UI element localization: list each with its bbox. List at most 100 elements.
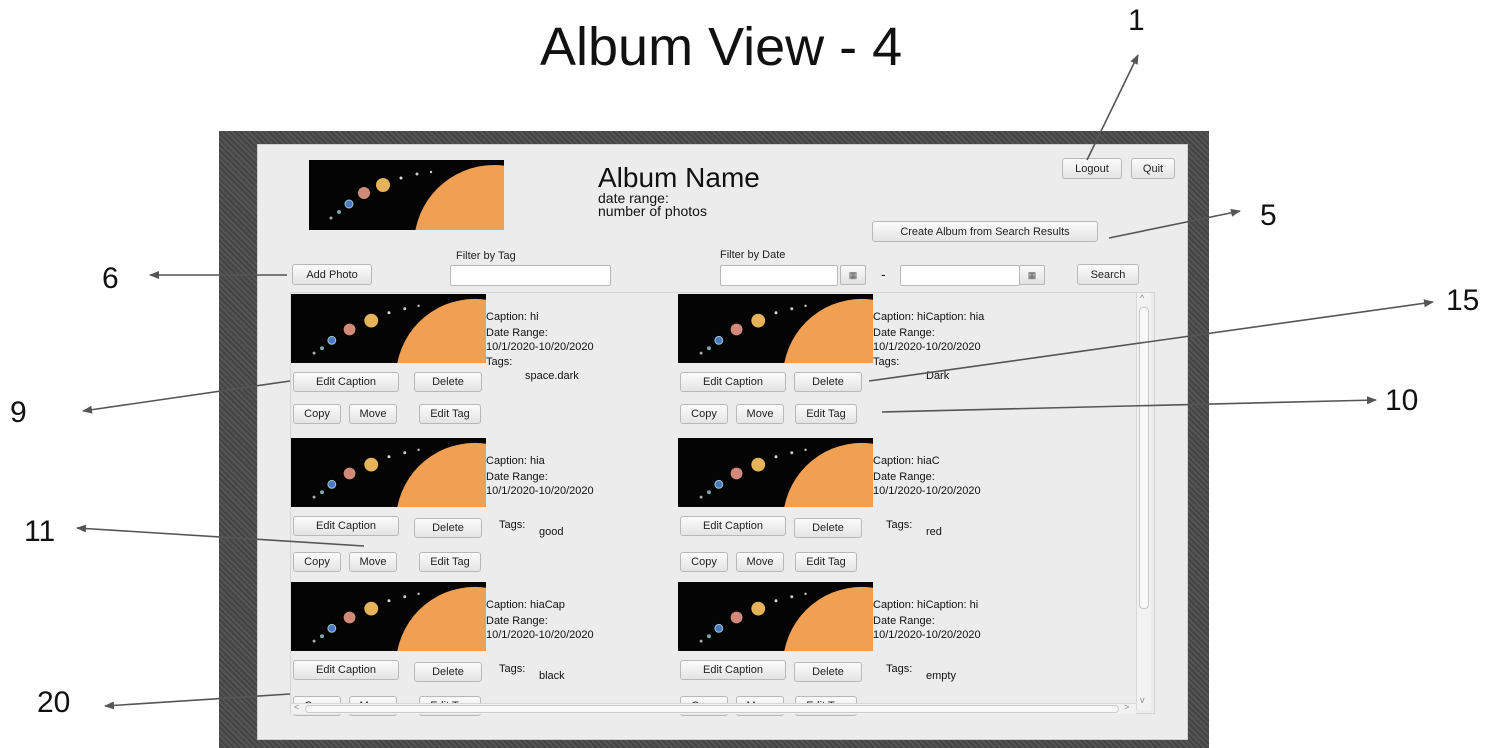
photo-date-label: Date Range: xyxy=(873,471,935,483)
photo-card: Caption: hiaC Date Range: 10/1/2020-10/20/… xyxy=(678,438,1063,573)
callout-20: 20 xyxy=(37,686,71,719)
scroll-up-icon[interactable]: ^ xyxy=(1140,293,1144,303)
move-button[interactable]: Move xyxy=(349,552,397,572)
copy-button[interactable]: Copy xyxy=(680,552,728,572)
photo-date-label: Date Range: xyxy=(873,615,935,627)
solar-system-image xyxy=(309,160,504,230)
callout-6: 6 xyxy=(102,262,119,295)
edit-tag-button[interactable]: Edit Tag xyxy=(795,404,857,424)
date-to-input[interactable] xyxy=(900,265,1020,286)
horizontal-scroll-thumb[interactable] xyxy=(305,705,1119,713)
scroll-right-icon[interactable]: > xyxy=(1124,702,1129,712)
photo-card: Caption: hi Date Range: 10/1/2020-10/20/20… xyxy=(291,294,676,429)
photo-caption: Caption: hiCaption: hia xyxy=(873,311,985,323)
photo-tags-value: red xyxy=(926,526,942,538)
photo-caption: Caption: hiCaption: hi xyxy=(873,599,979,611)
album-meta: date range: number of photos xyxy=(598,191,707,218)
photo-date-label: Date Range: xyxy=(873,327,935,339)
solar-system-image xyxy=(292,294,486,363)
photo-tags-value: space.dark xyxy=(525,370,579,382)
edit-caption-button[interactable]: Edit Caption xyxy=(293,516,399,536)
callout-10: 10 xyxy=(1385,384,1419,417)
photo-tags-value: good xyxy=(539,526,564,538)
vertical-scroll-thumb[interactable] xyxy=(1139,307,1149,609)
photo-date-label: Date Range: xyxy=(486,471,548,483)
photo-thumbnail[interactable] xyxy=(291,582,486,651)
photo-tags-label: Tags: xyxy=(886,519,913,531)
delete-button[interactable]: Delete xyxy=(794,662,862,682)
photo-date-value: 10/1/2020-10/20/2020 xyxy=(873,629,981,641)
slide-title: Album View - 4 xyxy=(540,17,903,77)
search-button[interactable]: Search xyxy=(1077,264,1139,285)
callout-5: 5 xyxy=(1260,199,1277,232)
album-cover-image xyxy=(309,160,504,230)
photo-caption: Caption: hi xyxy=(486,311,539,323)
date-separator: - xyxy=(881,266,886,282)
photo-date-value: 10/1/2020-10/20/2020 xyxy=(486,485,594,497)
filter-by-date-label: Filter by Date xyxy=(720,249,786,261)
delete-button[interactable]: Delete xyxy=(414,518,482,538)
move-button[interactable]: Move xyxy=(349,404,397,424)
edit-caption-button[interactable]: Edit Caption xyxy=(680,372,786,392)
delete-button[interactable]: Delete xyxy=(414,662,482,682)
photo-date-value: 10/1/2020-10/20/2020 xyxy=(486,341,594,353)
edit-caption-button[interactable]: Edit Caption xyxy=(680,516,786,536)
logout-button[interactable]: Logout xyxy=(1062,158,1122,179)
callout-11: 11 xyxy=(24,515,56,548)
photo-caption: Caption: hia xyxy=(486,455,545,467)
move-button[interactable]: Move xyxy=(736,552,784,572)
move-button[interactable]: Move xyxy=(736,404,784,424)
delete-button[interactable]: Delete xyxy=(414,372,482,392)
photo-tags-label: Tags: xyxy=(499,663,526,675)
filter-tag-input[interactable] xyxy=(450,265,611,286)
copy-button[interactable]: Copy xyxy=(293,552,341,572)
solar-system-image xyxy=(292,438,486,507)
edit-caption-button[interactable]: Edit Caption xyxy=(293,660,399,680)
quit-button[interactable]: Quit xyxy=(1131,158,1175,179)
edit-tag-button[interactable]: Edit Tag xyxy=(419,404,481,424)
copy-button[interactable]: Copy xyxy=(293,404,341,424)
solar-system-image xyxy=(292,582,486,651)
photo-thumbnail[interactable] xyxy=(291,438,486,507)
callout-15: 15 xyxy=(1446,284,1480,317)
photo-tags-label: Tags: xyxy=(886,663,913,675)
photo-tags-label: Tags: xyxy=(873,356,900,368)
delete-button[interactable]: Delete xyxy=(794,518,862,538)
photo-date-label: Date Range: xyxy=(486,327,548,339)
photo-tags-value: black xyxy=(539,670,565,682)
photo-thumbnail[interactable] xyxy=(291,294,486,363)
photo-card: Caption: hia Date Range: 10/1/2020-10/20/2… xyxy=(291,438,676,573)
solar-system-image xyxy=(679,582,873,651)
date-from-input[interactable] xyxy=(720,265,838,286)
create-album-from-search-button[interactable]: Create Album from Search Results xyxy=(872,221,1098,242)
photo-tags-value: Dark xyxy=(926,370,950,382)
horizontal-scrollbar[interactable]: < > xyxy=(291,702,1136,714)
photo-date-value: 10/1/2020-10/20/2020 xyxy=(873,341,981,353)
edit-tag-button[interactable]: Edit Tag xyxy=(795,552,857,572)
photo-thumbnail[interactable] xyxy=(678,582,873,651)
edit-caption-button[interactable]: Edit Caption xyxy=(293,372,399,392)
photo-thumbnail[interactable] xyxy=(678,438,873,507)
solar-system-image xyxy=(679,294,873,363)
photo-card: Caption: hiCaption: hia Date Range: 10/1/2… xyxy=(678,294,1063,429)
callout-9: 9 xyxy=(10,396,27,429)
scroll-down-icon[interactable]: v xyxy=(1140,695,1145,705)
photo-date-label: Date Range: xyxy=(486,615,548,627)
edit-tag-button[interactable]: Edit Tag xyxy=(419,552,481,572)
add-photo-button[interactable]: Add Photo xyxy=(292,264,372,285)
photo-thumbnail[interactable] xyxy=(678,294,873,363)
callout-1: 1 xyxy=(1128,4,1145,37)
scroll-left-icon[interactable]: < xyxy=(294,702,299,712)
photo-date-value: 10/1/2020-10/20/2020 xyxy=(486,629,594,641)
calendar-icon[interactable]: ▦ xyxy=(840,265,866,285)
photo-card: Caption: hiaCap Date Range: 10/1/2020-10/2… xyxy=(291,582,676,717)
photo-tags-label: Tags: xyxy=(486,356,513,368)
album-name: Album Name xyxy=(598,162,760,193)
calendar-icon[interactable]: ▦ xyxy=(1019,265,1045,285)
vertical-scrollbar[interactable]: ^ v xyxy=(1136,293,1151,710)
edit-caption-button[interactable]: Edit Caption xyxy=(680,660,786,680)
delete-button[interactable]: Delete xyxy=(794,372,862,392)
copy-button[interactable]: Copy xyxy=(680,404,728,424)
photo-caption: Caption: hiaCap xyxy=(486,599,565,611)
filter-by-tag-label: Filter by Tag xyxy=(456,250,516,262)
